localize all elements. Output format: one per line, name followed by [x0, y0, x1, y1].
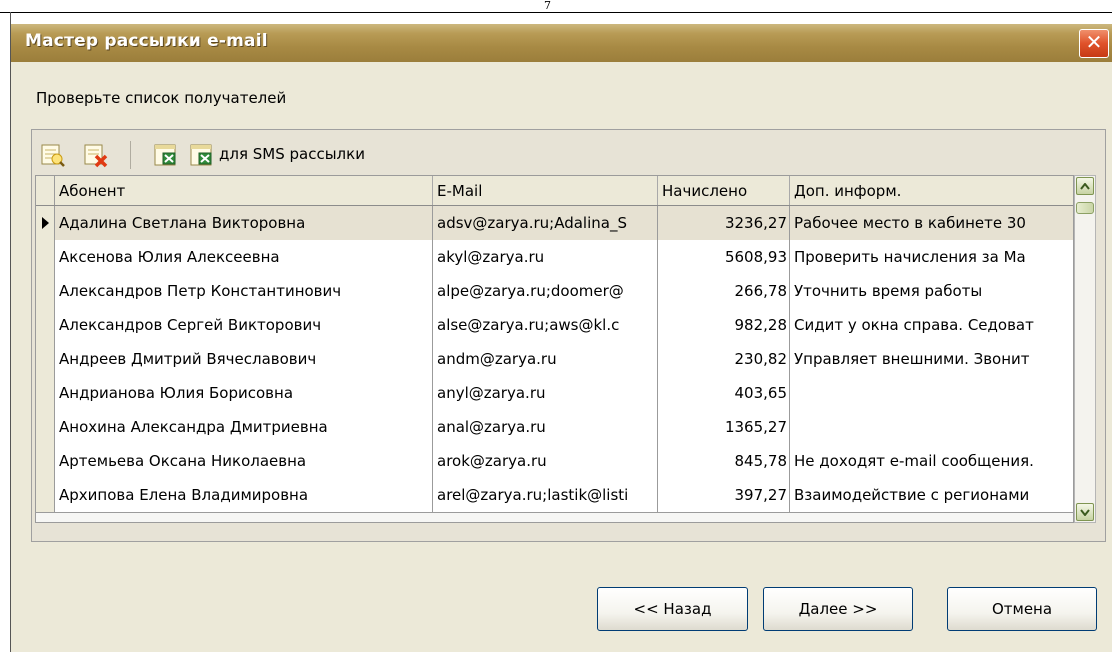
cell-subscriber[interactable]: Анохина Александра Дмитриевна: [55, 410, 433, 444]
table-row[interactable]: Андреев Дмитрий Вячеславович andm@zarya.r…: [36, 342, 1073, 377]
cell-email[interactable]: alse@zarya.ru;aws@kl.c: [433, 308, 658, 342]
cell-subscriber[interactable]: Артемьева Оксана Николаевна: [55, 444, 433, 478]
cell-subscriber[interactable]: Андрианова Юлия Борисовна: [55, 376, 433, 410]
table-header: Абонент E-Mail Начислено Доп. информ.: [36, 176, 1073, 206]
row-indicator-cell[interactable]: [36, 274, 55, 308]
cell-info[interactable]: [790, 410, 1073, 444]
table-row[interactable]: Адалина Светлана Викторовна adsv@zarya.ru…: [36, 206, 1073, 241]
chevron-up-icon: [1080, 182, 1090, 190]
column-header-email[interactable]: E-Mail: [433, 176, 658, 205]
cell-email[interactable]: anal@zarya.ru: [433, 410, 658, 444]
title-bar[interactable]: Мастер рассылки e-mail: [11, 24, 1112, 62]
table-row[interactable]: Аксенова Юлия Алексеевна akyl@zarya.ru 560…: [36, 240, 1073, 275]
column-header-info[interactable]: Доп. информ.: [790, 176, 1073, 205]
excel-export-icon[interactable]: [153, 142, 179, 168]
cell-email[interactable]: andm@zarya.ru: [433, 342, 658, 376]
scroll-down-button[interactable]: [1076, 503, 1094, 521]
cell-subscriber[interactable]: Александров Петр Константинович: [55, 274, 433, 308]
cell-accrued[interactable]: 5608,93: [658, 240, 790, 274]
scroll-thumb[interactable]: [1076, 202, 1094, 214]
cell-accrued[interactable]: 266,78: [658, 274, 790, 308]
chevron-down-icon: [1080, 508, 1090, 516]
cell-info[interactable]: Уточнить время работы: [790, 274, 1073, 308]
cell-accrued[interactable]: 230,82: [658, 342, 790, 376]
row-indicator-cell[interactable]: [36, 410, 55, 444]
sms-export-label: для SMS рассылки: [219, 145, 365, 163]
cell-accrued[interactable]: 403,65: [658, 376, 790, 410]
delete-recipient-icon[interactable]: [83, 142, 109, 168]
cell-accrued[interactable]: 3236,27: [658, 206, 790, 240]
table-row[interactable]: Андрианова Юлия Борисовна anyl@zarya.ru 40…: [36, 376, 1073, 411]
recipients-table[interactable]: Абонент E-Mail Начислено Доп. информ. Ад…: [35, 175, 1074, 523]
table-row[interactable]: Александров Петр Константинович alpe@zary…: [36, 274, 1073, 309]
next-button[interactable]: Далее >>: [763, 587, 913, 631]
cell-email[interactable]: akyl@zarya.ru: [433, 240, 658, 274]
cell-email[interactable]: alpe@zarya.ru;doomer@: [433, 274, 658, 308]
cell-subscriber[interactable]: Андреев Дмитрий Вячеславович: [55, 342, 433, 376]
cell-info[interactable]: Рабочее место в кабинете 30: [790, 206, 1073, 240]
cell-email[interactable]: arel@zarya.ru;lastik@listi: [433, 478, 658, 512]
column-header-subscriber[interactable]: Абонент: [55, 176, 433, 205]
cell-subscriber[interactable]: Аксенова Юлия Алексеевна: [55, 240, 433, 274]
cell-info[interactable]: [790, 376, 1073, 410]
close-button[interactable]: ✕: [1079, 29, 1109, 58]
cell-subscriber[interactable]: Александров Сергей Викторович: [55, 308, 433, 342]
cell-email[interactable]: anyl@zarya.ru: [433, 376, 658, 410]
vertical-scrollbar[interactable]: [1074, 175, 1096, 523]
row-indicator-cell[interactable]: [36, 342, 55, 376]
page-top-rule: [0, 12, 1112, 13]
row-indicator-cell[interactable]: [36, 206, 55, 240]
toolbar-separator: [130, 141, 131, 169]
cell-email[interactable]: arok@zarya.ru: [433, 444, 658, 478]
scroll-up-button[interactable]: [1076, 177, 1094, 195]
cell-email[interactable]: adsv@zarya.ru;Adalina_S: [433, 206, 658, 240]
cell-accrued[interactable]: 982,28: [658, 308, 790, 342]
add-recipient-icon[interactable]: [40, 142, 66, 168]
row-indicator-cell[interactable]: [36, 376, 55, 410]
table-row[interactable]: Архипова Елена Владимировна arel@zarya.ru…: [36, 478, 1073, 513]
row-indicator-cell[interactable]: [36, 240, 55, 274]
cell-info[interactable]: Управляет внешними. Звонит: [790, 342, 1073, 376]
cell-subscriber[interactable]: Адалина Светлана Викторовна: [55, 206, 433, 240]
cell-accrued[interactable]: 397,27: [658, 478, 790, 512]
window-title: Мастер рассылки e-mail: [25, 31, 268, 51]
cell-info[interactable]: Сидит у окна справа. Седоват: [790, 308, 1073, 342]
header-indicator-cell: [36, 176, 55, 205]
row-indicator-cell[interactable]: [36, 478, 55, 512]
cell-subscriber[interactable]: Архипова Елена Владимировна: [55, 478, 433, 512]
table-row[interactable]: Анохина Александра Дмитриевна anal@zarya.…: [36, 410, 1073, 445]
back-button[interactable]: << Назад: [597, 587, 748, 631]
table-row[interactable]: Артемьева Оксана Николаевна arok@zarya.ru…: [36, 444, 1073, 479]
instruction-text: Проверьте список получателей: [36, 89, 287, 107]
cell-info[interactable]: Взаимодействие с регионами: [790, 478, 1073, 512]
cancel-button[interactable]: Отмена: [947, 587, 1097, 631]
cell-info[interactable]: Проверить начисления за Ма: [790, 240, 1073, 274]
row-indicator-cell[interactable]: [36, 444, 55, 478]
cell-accrued[interactable]: 845,78: [658, 444, 790, 478]
cell-info[interactable]: Не доходят e-mail сообщения.: [790, 444, 1073, 478]
row-pointer-icon: [41, 217, 49, 229]
excel-export-sms-icon[interactable]: [189, 142, 215, 168]
cell-accrued[interactable]: 1365,27: [658, 410, 790, 444]
page-number: 7: [544, 0, 551, 12]
column-header-accrued[interactable]: Начислено: [658, 176, 790, 205]
row-indicator-cell[interactable]: [36, 308, 55, 342]
table-row[interactable]: Александров Сергей Викторович alse@zarya.…: [36, 308, 1073, 343]
close-icon: ✕: [1085, 30, 1103, 54]
